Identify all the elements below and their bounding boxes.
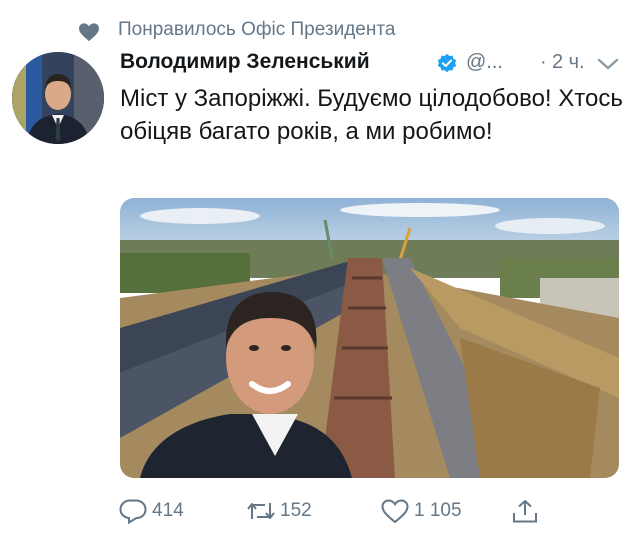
chevron-down-icon[interactable] bbox=[594, 54, 622, 74]
tweet-actions: 414 152 1 105 bbox=[118, 496, 618, 526]
like-count: 1 105 bbox=[414, 500, 462, 521]
separator-dot: · bbox=[540, 51, 547, 73]
tweet-photo[interactable] bbox=[120, 198, 619, 478]
reply-icon bbox=[119, 499, 147, 524]
retweet-count: 152 bbox=[280, 500, 312, 521]
reply-count: 414 bbox=[152, 500, 184, 521]
heart-outline-icon bbox=[381, 499, 409, 524]
tweet-text: Міст у Запоріжжі. Будуємо цілодобово! Хт… bbox=[120, 85, 623, 145]
avatar-image bbox=[12, 52, 104, 144]
avatar[interactable] bbox=[12, 52, 104, 144]
social-context-text[interactable]: Понравилось Офіс Президента bbox=[118, 19, 395, 41]
retweet-button[interactable]: 152 bbox=[246, 496, 312, 526]
reply-button[interactable]: 414 bbox=[118, 496, 184, 526]
share-icon bbox=[513, 500, 537, 523]
retweet-icon bbox=[247, 503, 275, 519]
tweet-timestamp[interactable]: 2 ч. bbox=[552, 51, 585, 74]
like-button[interactable]: 1 105 bbox=[380, 496, 462, 526]
heart-icon bbox=[79, 23, 99, 42]
share-button[interactable] bbox=[510, 496, 540, 526]
verified-badge-icon bbox=[437, 53, 457, 73]
tweet-header: Володимир Зеленський @... · 2 ч. bbox=[120, 50, 630, 80]
author-handle[interactable]: @... bbox=[466, 51, 503, 74]
author-name[interactable]: Володимир Зеленський bbox=[120, 50, 370, 74]
photo-image bbox=[120, 198, 619, 478]
